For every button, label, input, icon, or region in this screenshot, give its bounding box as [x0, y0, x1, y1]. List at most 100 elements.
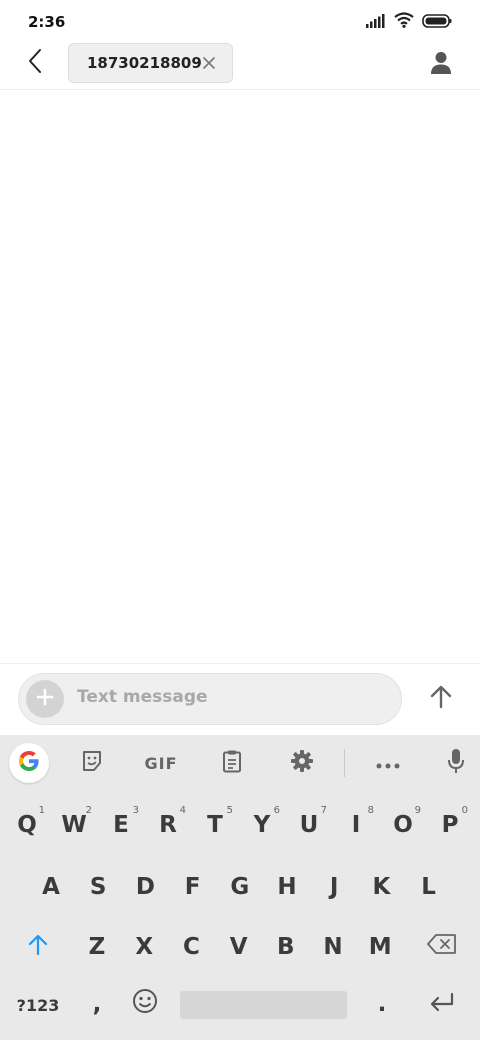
sticker-icon [80, 749, 104, 777]
key-label: Y [253, 812, 271, 838]
recipient-chip[interactable]: 18730218809 [68, 43, 233, 83]
keyboard: Q1W2E3R4T5Y6U7I8O9P0 ASDFGHJKL ZXCVBNM ?… [0, 791, 480, 1040]
key-l[interactable]: L [409, 867, 449, 907]
keyboard-toolbar: GIF [0, 735, 480, 791]
signal-icon [366, 13, 386, 32]
key-label: O [393, 812, 413, 838]
settings-icon [290, 749, 314, 777]
key-label: K [372, 874, 391, 900]
key-label: H [277, 874, 297, 900]
key-z[interactable]: Z [77, 927, 117, 967]
compose-field[interactable]: Text message [18, 673, 402, 725]
key-hint: 3 [132, 805, 139, 816]
compose-bar: Text message [0, 663, 480, 735]
status-icons [366, 12, 452, 32]
keyboard-settings-button[interactable] [282, 743, 322, 783]
key-label: P [441, 812, 459, 838]
enter-key[interactable] [420, 991, 464, 1019]
key-label: D [135, 874, 155, 900]
key-label: G [230, 874, 250, 900]
shift-key[interactable] [18, 933, 58, 961]
back-button[interactable] [20, 48, 50, 78]
key-label: I [351, 812, 361, 838]
key-label: A [42, 874, 60, 900]
key-c[interactable]: C [171, 927, 211, 967]
key-w[interactable]: W2 [53, 805, 95, 845]
google-button[interactable] [9, 743, 49, 783]
key-g[interactable]: G [220, 867, 260, 907]
plus-icon [35, 687, 55, 711]
key-s[interactable]: S [78, 867, 118, 907]
clipboard-button[interactable] [212, 743, 252, 783]
gif-button[interactable]: GIF [136, 743, 186, 783]
microphone-icon [447, 748, 465, 778]
attach-button[interactable] [26, 680, 64, 718]
key-h[interactable]: H [267, 867, 307, 907]
key-label: N [323, 934, 343, 960]
key-v[interactable]: V [219, 927, 259, 967]
space-key[interactable] [180, 991, 347, 1019]
key-label: W [61, 812, 87, 838]
send-button[interactable] [424, 682, 458, 716]
shift-arrow-icon [28, 933, 48, 961]
message-input[interactable]: Text message [77, 687, 208, 707]
more-button[interactable] [368, 743, 408, 783]
key-o[interactable]: O9 [382, 805, 424, 845]
send-arrow-icon [430, 685, 452, 713]
toolbar-divider [344, 749, 345, 777]
battery-icon [422, 13, 452, 32]
key-k[interactable]: K [361, 867, 401, 907]
key-label: Q [17, 812, 37, 838]
backspace-key[interactable] [420, 933, 464, 961]
key-label: B [277, 934, 295, 960]
backspace-icon [427, 934, 457, 960]
key-r[interactable]: R4 [147, 805, 189, 845]
more-icon [376, 754, 400, 773]
key-m[interactable]: M [360, 927, 400, 967]
person-icon [430, 51, 452, 79]
key-d[interactable]: D [125, 867, 165, 907]
key-b[interactable]: B [266, 927, 306, 967]
key-label: C [182, 934, 200, 960]
message-list[interactable] [0, 91, 480, 663]
comma-key[interactable]: , [82, 989, 112, 1019]
key-e[interactable]: E3 [100, 805, 142, 845]
remove-recipient-button[interactable] [200, 54, 218, 72]
key-x[interactable]: X [124, 927, 164, 967]
key-t[interactable]: T5 [194, 805, 236, 845]
key-label: J [329, 874, 339, 900]
emoji-icon [132, 988, 158, 1020]
key-y[interactable]: Y6 [241, 805, 283, 845]
key-hint: 7 [320, 805, 327, 816]
status-time: 2:36 [28, 13, 66, 31]
key-label: X [135, 934, 154, 960]
google-icon [17, 749, 41, 777]
key-p[interactable]: P0 [429, 805, 471, 845]
key-label: S [89, 874, 107, 900]
key-label: F [184, 874, 201, 900]
key-f[interactable]: F [173, 867, 213, 907]
key-q[interactable]: Q1 [6, 805, 48, 845]
key-hint: 4 [179, 805, 186, 816]
key-label: T [207, 812, 223, 838]
key-a[interactable]: A [31, 867, 71, 907]
enter-icon [429, 992, 455, 1018]
period-key[interactable]: . [367, 989, 397, 1019]
voice-input-button[interactable] [436, 743, 476, 783]
key-u[interactable]: U7 [288, 805, 330, 845]
key-hint: 2 [85, 805, 92, 816]
back-arrow-icon [27, 48, 43, 78]
key-j[interactable]: J [314, 867, 354, 907]
key-label: E [113, 812, 129, 838]
key-label: M [368, 934, 392, 960]
symbols-key[interactable]: ?123 [12, 991, 64, 1019]
key-label: R [159, 812, 177, 838]
sticker-button[interactable] [72, 743, 112, 783]
key-hint: 0 [461, 805, 468, 816]
key-n[interactable]: N [313, 927, 353, 967]
close-icon [203, 54, 215, 73]
contact-button[interactable] [426, 50, 456, 80]
status-bar: 2:36 [0, 0, 480, 44]
emoji-key[interactable] [128, 989, 162, 1019]
key-i[interactable]: I8 [335, 805, 377, 845]
